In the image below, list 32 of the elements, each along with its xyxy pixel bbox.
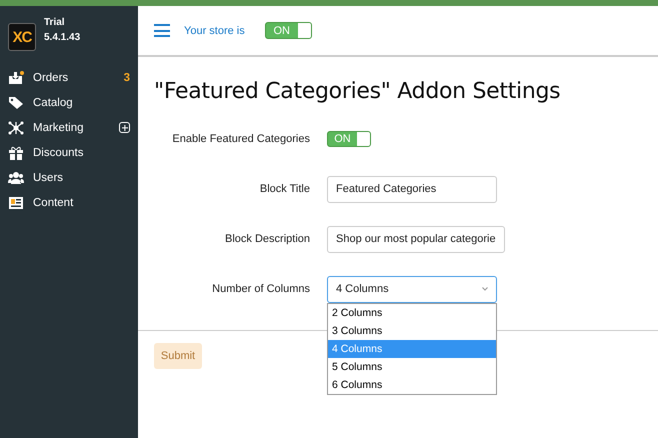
sidebar-item[interactable]: Content: [33, 196, 130, 208]
select-field[interactable]: 4 Columns: [327, 276, 497, 302]
dropdown-option[interactable]: 5 Columns: [328, 358, 496, 376]
logo[interactable]: XC: [8, 23, 36, 51]
field-label: Enable Featured Categories: [171, 133, 311, 145]
sidebar-item[interactable]: Discounts: [33, 146, 130, 158]
field-label: Number of Columns: [211, 283, 311, 295]
sidebar-item[interactable]: Orders: [33, 72, 115, 84]
inbox-icon: [8, 70, 24, 84]
store-status-label: Your store is: [184, 24, 245, 36]
newspaper-icon: [8, 196, 24, 210]
menu-icon[interactable]: [154, 24, 170, 37]
dropdown-option[interactable]: 3 Columns: [328, 322, 496, 340]
plan-label: Trial: [44, 17, 66, 28]
gift-icon: [8, 146, 24, 160]
dropdown-option[interactable]: 2 Columns: [328, 304, 496, 322]
dropdown-option[interactable]: 6 Columns: [328, 376, 496, 394]
sidebar-item[interactable]: Users: [33, 172, 130, 184]
users-icon: [8, 170, 24, 184]
expand-icon[interactable]: [119, 122, 130, 133]
page-title: "Featured Categories" Addon Settings: [154, 79, 562, 104]
tag-icon: [8, 96, 24, 110]
order-count: 3: [124, 72, 130, 84]
sidebar-item[interactable]: Marketing: [33, 122, 110, 134]
network-icon: [8, 120, 24, 134]
sidebar-item[interactable]: Catalog: [33, 96, 130, 108]
chevron-down-icon: [482, 286, 488, 292]
input-field[interactable]: Shop our most popular categorie: [327, 226, 505, 252]
field-label: Block Description: [224, 233, 311, 245]
input-field[interactable]: Featured Categories: [327, 176, 497, 202]
version-label: 5.4.1.43: [44, 32, 80, 43]
field-label: Block Title: [258, 183, 311, 195]
